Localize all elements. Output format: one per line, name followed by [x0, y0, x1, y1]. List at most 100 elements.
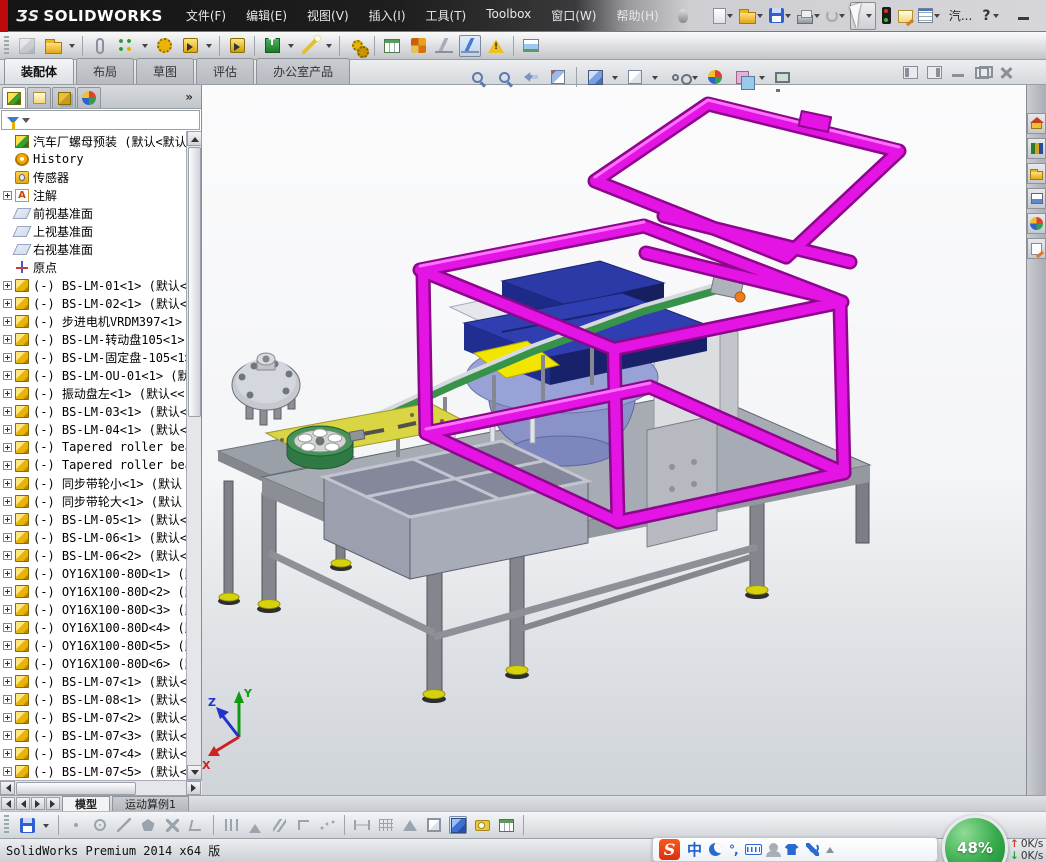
parallel-tool-button[interactable]: [270, 816, 288, 834]
ime-moon-icon[interactable]: [709, 843, 723, 856]
last-tab-button[interactable]: [46, 797, 60, 810]
next-tab-button[interactable]: [31, 797, 45, 810]
feature-tree-item[interactable]: (-) 同步带轮小<1> (默认: [0, 474, 187, 492]
undo-button[interactable]: [825, 9, 847, 23]
zoom-to-fit-button[interactable]: [466, 66, 488, 88]
new-motion-study-button[interactable]: [346, 35, 368, 57]
display-manager-tab[interactable]: [77, 87, 101, 108]
view-palette-button[interactable]: [1027, 188, 1046, 209]
expand-plus-icon[interactable]: [3, 748, 12, 758]
feature-tree-item[interactable]: (-) OY16X100-80D<5> (默: [0, 636, 187, 654]
reference-geometry-button[interactable]: [299, 35, 321, 57]
circle-tool-button[interactable]: [91, 816, 109, 834]
feature-tree-item[interactable]: (-) BS-LM-06<1> (默认<<: [0, 528, 187, 546]
feature-tree-item[interactable]: (-) OY16X100-80D<6> (默: [0, 654, 187, 672]
show-hidden-components-button[interactable]: [226, 35, 248, 57]
chevron-down-icon[interactable]: [69, 44, 75, 51]
chevron-down-icon[interactable]: [206, 44, 212, 51]
tree-filter-bar[interactable]: [1, 110, 200, 130]
feature-tree-item[interactable]: (-) BS-LM-转动盘105<1>: [0, 330, 187, 348]
support-pillar[interactable]: [529, 416, 536, 444]
ime-skin-icon[interactable]: [784, 844, 799, 855]
save-button[interactable]: [768, 7, 793, 24]
tree-horizontal-scrollbar[interactable]: [0, 780, 202, 795]
polygon-tool-button[interactable]: [139, 816, 157, 834]
save-button[interactable]: [18, 816, 36, 834]
menu-item[interactable]: 编辑(E): [237, 3, 296, 28]
grid-snap-button[interactable]: [377, 816, 395, 834]
feature-tree-item[interactable]: (-) BS-LM-03<1> (默认<<: [0, 402, 187, 420]
doc-restore-button[interactable]: [975, 66, 993, 79]
insert-components-button[interactable]: [42, 35, 64, 57]
insert-component-button[interactable]: [16, 35, 38, 57]
feature-tree-item[interactable]: (-) BS-LM-OU-01<1> (默认: [0, 366, 187, 384]
assembly-visualization-button[interactable]: [485, 35, 507, 57]
point-tool-button[interactable]: [67, 816, 85, 834]
smart-fasteners-button[interactable]: [153, 35, 175, 57]
trim-tool-button[interactable]: [163, 816, 181, 834]
options-button[interactable]: [917, 7, 942, 24]
first-tab-button[interactable]: [1, 797, 15, 810]
section-view-button[interactable]: [547, 66, 569, 88]
floating-flange-part[interactable]: [231, 352, 301, 426]
previous-tab-button[interactable]: [16, 797, 30, 810]
chevron-down-icon[interactable]: [784, 14, 791, 21]
scroll-up-button[interactable]: [187, 131, 202, 146]
chamfer-tool-button[interactable]: [187, 816, 205, 834]
expand-plus-icon[interactable]: [3, 712, 12, 722]
ime-keyboard-icon[interactable]: [744, 844, 762, 855]
select-tool-button[interactable]: [849, 1, 876, 30]
feature-tree-item[interactable]: (-) 同步带轮大<1> (默认: [0, 492, 187, 510]
feature-tree-item[interactable]: 原点: [0, 258, 187, 276]
table-button[interactable]: [497, 816, 515, 834]
doc-minimize-button[interactable]: [951, 66, 966, 79]
help-button[interactable]: ?: [979, 7, 1001, 25]
interference-detection-button[interactable]: [459, 34, 481, 57]
tab-sketch[interactable]: 草图: [136, 58, 195, 84]
expand-plus-icon[interactable]: [3, 532, 12, 542]
expand-plus-icon[interactable]: [3, 370, 12, 380]
expand-plus-icon[interactable]: [3, 298, 12, 308]
feature-tree-item[interactable]: (-) BS-LM-07<5> (默认<<: [0, 762, 187, 780]
menu-item[interactable]: Toolbox: [477, 3, 540, 28]
dimension-button[interactable]: [353, 816, 371, 834]
flip-tool-button[interactable]: [246, 816, 264, 834]
feature-tree-item[interactable]: (-) 振动盘左<1> (默认<<: [0, 384, 187, 402]
explode-line-sketch-button[interactable]: [433, 35, 455, 57]
expand-plus-icon[interactable]: [3, 406, 12, 416]
feature-tree-item[interactable]: 上视基准面: [0, 222, 187, 240]
chevron-down-icon[interactable]: [43, 823, 49, 831]
mirror-tool-button[interactable]: [222, 816, 240, 834]
ime-person-icon[interactable]: [765, 843, 781, 857]
hide-show-items-button[interactable]: [664, 66, 692, 88]
component-pattern-button[interactable]: [115, 35, 137, 57]
leveling-foot[interactable]: [505, 665, 529, 680]
menu-item[interactable]: 插入(I): [360, 3, 415, 28]
viewport-3d-model[interactable]: Y Z X: [202, 85, 1026, 795]
expand-plus-icon[interactable]: [3, 766, 12, 776]
expand-plus-icon[interactable]: [3, 388, 12, 398]
chevron-down-icon[interactable]: [692, 75, 698, 83]
display-style-button[interactable]: [624, 66, 646, 88]
expand-plus-icon[interactable]: [3, 280, 12, 290]
restore-button[interactable]: [1041, 7, 1046, 24]
feature-tree-item[interactable]: (-) BS-LM-08<1> (默认<<: [0, 690, 187, 708]
scroll-left-button[interactable]: [0, 781, 15, 795]
expand-plus-icon[interactable]: [3, 658, 12, 668]
chevron-down-icon[interactable]: [288, 44, 294, 51]
tree-vertical-scrollbar[interactable]: [186, 131, 202, 780]
chevron-down-icon[interactable]: [756, 14, 763, 21]
mate-button[interactable]: [89, 35, 111, 57]
menu-item[interactable]: 窗口(W): [542, 3, 605, 28]
apply-scene-button[interactable]: [731, 66, 755, 90]
feature-tree-item[interactable]: 汽车厂螺母预装 (默认<默认_: [0, 132, 187, 150]
tab-evaluate[interactable]: 评估: [196, 58, 255, 84]
bill-of-materials-button[interactable]: [381, 35, 403, 57]
chevron-down-icon[interactable]: [652, 75, 658, 83]
take-snapshot-button[interactable]: [520, 35, 542, 57]
chevron-down-icon[interactable]: [22, 117, 30, 127]
expand-plus-icon[interactable]: [3, 496, 12, 506]
expand-plus-icon[interactable]: [3, 442, 12, 452]
scrollbar-thumb[interactable]: [16, 782, 136, 795]
custom-properties-button[interactable]: [1027, 238, 1046, 259]
